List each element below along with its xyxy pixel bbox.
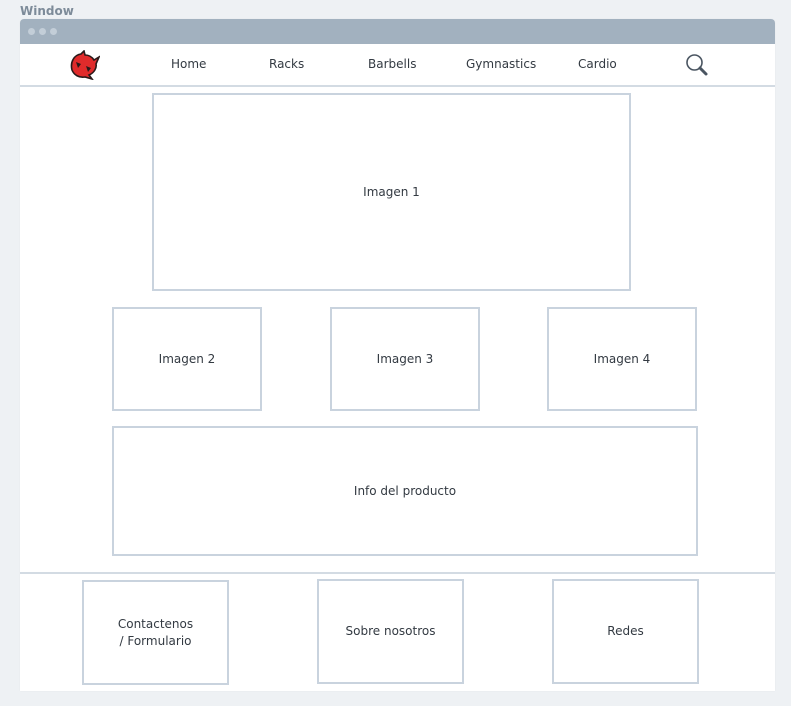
hero-image-label: Imagen 1 xyxy=(363,184,420,199)
thumbnail-label: Imagen 3 xyxy=(376,351,434,366)
window-dot-icon[interactable] xyxy=(39,28,46,35)
product-info-panel: Info del producto xyxy=(112,426,698,556)
hero-image-placeholder: Imagen 1 xyxy=(152,93,631,291)
contact-form-box[interactable]: Contactenos / Formulario xyxy=(82,580,229,685)
thumbnail-image-placeholder: Imagen 2 xyxy=(112,307,262,411)
browser-window: Home Racks Barbells Gymnastics Cardio Im… xyxy=(20,19,775,691)
thumbnail-label: Imagen 4 xyxy=(593,351,651,366)
top-nav: Home Racks Barbells Gymnastics Cardio xyxy=(20,44,775,87)
footer-divider xyxy=(20,572,775,574)
nav-item-home[interactable]: Home xyxy=(171,57,206,71)
nav-item-gymnastics[interactable]: Gymnastics xyxy=(466,57,536,71)
product-info-label: Info del producto xyxy=(353,483,457,498)
contact-label-line2: / Formulario xyxy=(119,633,192,648)
social-label: Redes xyxy=(607,624,644,638)
nav-item-racks[interactable]: Racks xyxy=(269,57,304,71)
social-links-box[interactable]: Redes xyxy=(552,579,699,684)
nav-item-cardio[interactable]: Cardio xyxy=(578,57,617,71)
window-dot-icon[interactable] xyxy=(50,28,57,35)
thumbnail-label: Imagen 2 xyxy=(158,351,216,366)
about-us-box[interactable]: Sobre nosotros xyxy=(317,579,464,684)
about-us-label: Sobre nosotros xyxy=(345,624,436,638)
window-dot-icon[interactable] xyxy=(28,28,35,35)
nav-item-barbells[interactable]: Barbells xyxy=(368,57,416,71)
window-titlebar[interactable] xyxy=(20,19,775,44)
thumbnail-image-placeholder: Imagen 3 xyxy=(330,307,480,411)
rhino-logo-icon[interactable] xyxy=(66,50,100,80)
search-icon[interactable] xyxy=(685,53,709,77)
window-label: Window xyxy=(20,4,74,18)
contact-label-line1: Contactenos xyxy=(117,616,194,631)
thumbnail-image-placeholder: Imagen 4 xyxy=(547,307,697,411)
